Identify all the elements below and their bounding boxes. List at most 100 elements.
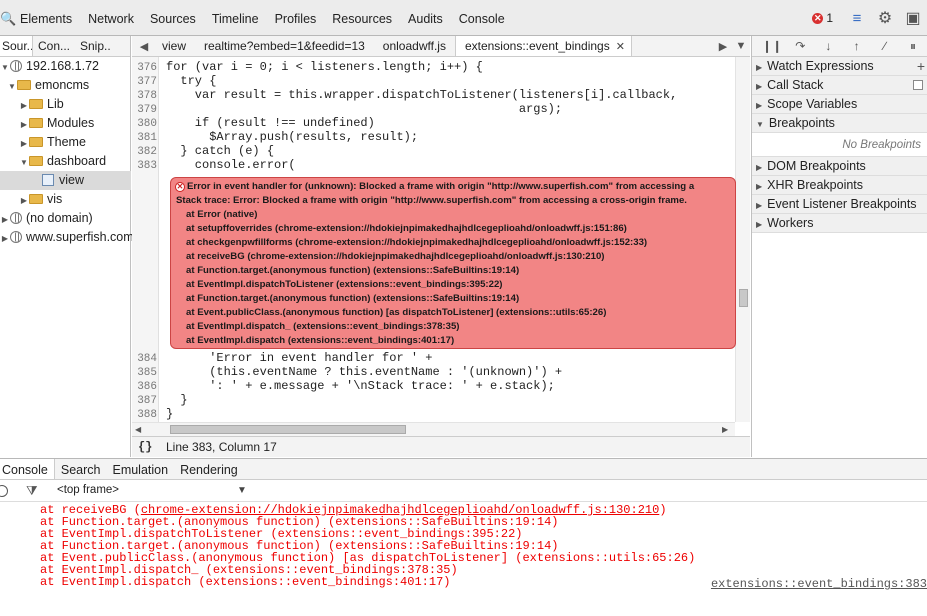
console-text: ): [659, 503, 667, 517]
tab-snippets[interactable]: Snip...: [77, 36, 111, 56]
scrollbar-thumb[interactable]: [739, 289, 748, 307]
sources-navigator: Sour... Con... Snip... ▼ 192.168.1.72 ▼ em…: [0, 36, 134, 457]
debugger-sidebar: ❙❙ ↷ ↓ ↑ ∕ ⏸︎ ▶ Watch Expressions + ▶ Call …: [751, 36, 927, 457]
chevron-down-icon[interactable]: ▼: [732, 40, 750, 52]
line-number: 382: [137, 146, 157, 158]
tab-sources[interactable]: Sources: [142, 0, 204, 36]
line-number: 388: [137, 409, 157, 421]
folder-icon: [29, 156, 43, 166]
drawer-tab-search[interactable]: Search: [55, 459, 107, 479]
tree-item-modules[interactable]: ▶ Modules: [0, 114, 131, 133]
scroll-right-icon[interactable]: ▶: [722, 423, 728, 437]
stack-frame: at checkgenpwfillforms (chrome-extension…: [186, 237, 648, 248]
search-icon[interactable]: 🔍: [0, 11, 16, 26]
tab-console[interactable]: Console: [451, 0, 513, 36]
dock-icon[interactable]: ▣: [902, 7, 924, 29]
tab-sources-nav[interactable]: Sour...: [0, 36, 33, 56]
collapse-arrow-icon[interactable]: ▼: [0, 58, 10, 77]
expand-arrow-icon[interactable]: ▶: [19, 134, 29, 153]
tab-network[interactable]: Network: [80, 0, 142, 36]
tab-timeline[interactable]: Timeline: [204, 0, 267, 36]
close-icon[interactable]: ✕: [616, 41, 625, 53]
console-toolbar: ⧩ <top frame> ▼: [0, 480, 927, 502]
horizontal-scrollbar[interactable]: ◀ ▶: [132, 422, 735, 436]
toggle-debugger-icon[interactable]: ▶︎: [714, 40, 732, 53]
tab-audits[interactable]: Audits: [400, 0, 451, 36]
pretty-print-button[interactable]: {}: [138, 437, 152, 458]
debugger-toolbar: ❙❙ ↷ ↓ ↑ ∕ ⏸︎: [752, 36, 927, 57]
expand-arrow-icon: ▶: [756, 101, 763, 110]
step-over-icon[interactable]: ↷: [786, 36, 814, 56]
tree-item-lib[interactable]: ▶ Lib: [0, 95, 131, 114]
collapse-arrow-icon[interactable]: ▼: [19, 153, 29, 172]
filter-icon[interactable]: ⧩: [26, 483, 38, 499]
expand-arrow-icon: ▶: [756, 63, 763, 72]
stack-frame: at Event.publicClass.(anonymous function…: [186, 307, 607, 318]
editor-tab-event-bindings[interactable]: extensions::event_bindings ✕: [454, 36, 632, 56]
error-counter[interactable]: ✕ 1: [812, 11, 833, 25]
collapse-arrow-icon[interactable]: ▼: [7, 77, 17, 96]
toggle-navigator-icon[interactable]: ◀︎: [135, 36, 153, 56]
deactivate-breakpoints-icon[interactable]: ∕: [871, 36, 899, 56]
tree-item-dashboard[interactable]: ▼ dashboard: [0, 152, 131, 171]
drawer-tab-console[interactable]: Console: [0, 459, 55, 479]
expand-arrow-icon[interactable]: ▶: [19, 191, 29, 210]
pane-xhr-breakpoints[interactable]: ▶ XHR Breakpoints: [752, 176, 927, 195]
tree-item-vis[interactable]: ▶ vis: [0, 190, 131, 209]
stack-frame: at Error (native): [186, 209, 258, 220]
drawer-tab-strip: Console Search Emulation Rendering: [0, 458, 927, 480]
gear-icon[interactable]: ⚙: [874, 7, 896, 29]
code-line: 386 ': ' + e.message + '\nStack trace: '…: [132, 379, 555, 393]
line-number: 380: [137, 118, 157, 130]
pane-workers[interactable]: ▶ Workers: [752, 214, 927, 233]
error-message: ✕ Error in event handler for (unknown): B…: [175, 180, 694, 193]
expand-arrow-icon[interactable]: ▶: [0, 229, 10, 248]
editor-tab-onloadwff[interactable]: onloadwff.js: [374, 36, 455, 56]
editor-tab-view[interactable]: view: [153, 36, 195, 56]
pane-watch-expressions[interactable]: ▶ Watch Expressions +: [752, 57, 927, 76]
tree-item-emoncms[interactable]: ▼ emoncms: [0, 76, 131, 95]
tree-item-superfish[interactable]: ▶ www.superfish.com: [0, 228, 134, 248]
pane-dom-breakpoints[interactable]: ▶ DOM Breakpoints: [752, 157, 927, 176]
pause-on-exceptions-icon[interactable]: ⏸︎: [899, 36, 927, 56]
tree-item-theme[interactable]: ▶ Theme: [0, 133, 131, 152]
chevron-down-icon[interactable]: ▼: [237, 485, 247, 496]
editor-tab-realtime[interactable]: realtime?embed=1&feedid=13: [195, 36, 374, 56]
console-output[interactable]: at receiveBG (chrome-extension://hdokiej…: [0, 502, 927, 616]
tree-item-view[interactable]: view: [0, 171, 131, 190]
tab-content-scripts[interactable]: Con...: [33, 36, 77, 56]
globe-icon: [10, 231, 22, 243]
pause-icon[interactable]: ❙❙: [758, 36, 786, 56]
scroll-left-icon[interactable]: ◀: [135, 423, 141, 437]
expand-arrow-icon[interactable]: ▶: [19, 115, 29, 134]
expand-arrow-icon[interactable]: ▶: [0, 210, 10, 229]
tab-resources[interactable]: Resources: [324, 0, 400, 36]
tree-item-origin[interactable]: ▼ 192.168.1.72: [0, 57, 131, 76]
code-line: 381 $Array.push(results, result);: [132, 130, 418, 144]
add-icon[interactable]: +: [917, 57, 925, 76]
pane-call-stack[interactable]: ▶ Call Stack: [752, 76, 927, 95]
async-checkbox[interactable]: [913, 80, 923, 90]
code-line: 387 }: [132, 393, 187, 407]
console-source-link[interactable]: extensions::event_bindings:383: [711, 577, 927, 591]
pane-scope-variables[interactable]: ▶ Scope Variables: [752, 95, 927, 114]
expand-arrow-icon: ▶: [756, 182, 763, 191]
frame-selector[interactable]: <top frame>: [57, 484, 119, 496]
drawer-toggle-icon[interactable]: ≡: [846, 7, 868, 29]
stack-frame: at Function.target.(anonymous function) …: [186, 265, 520, 276]
tab-elements[interactable]: Elements: [12, 0, 80, 36]
expand-arrow-icon[interactable]: ▶: [19, 96, 29, 115]
step-into-icon[interactable]: ↓: [814, 36, 842, 56]
drawer-tab-emulation[interactable]: Emulation: [106, 459, 174, 479]
step-out-icon[interactable]: ↑: [843, 36, 871, 56]
drawer-tab-rendering[interactable]: Rendering: [174, 459, 244, 479]
panel-tabs: Elements Network Sources Timeline Profil…: [12, 0, 513, 36]
scrollbar-thumb[interactable]: [170, 425, 406, 434]
clear-console-icon[interactable]: [0, 485, 8, 497]
tree-item-no-domain[interactable]: ▶ (no domain): [0, 209, 131, 228]
stack-frame: at EventImpl.dispatchToListener (extensi…: [186, 279, 503, 290]
tab-profiles[interactable]: Profiles: [267, 0, 325, 36]
pane-event-listener-breakpoints[interactable]: ▶ Event Listener Breakpoints: [752, 195, 927, 214]
vertical-scrollbar[interactable]: [735, 57, 750, 422]
pane-breakpoints[interactable]: ▼ Breakpoints: [752, 114, 927, 133]
